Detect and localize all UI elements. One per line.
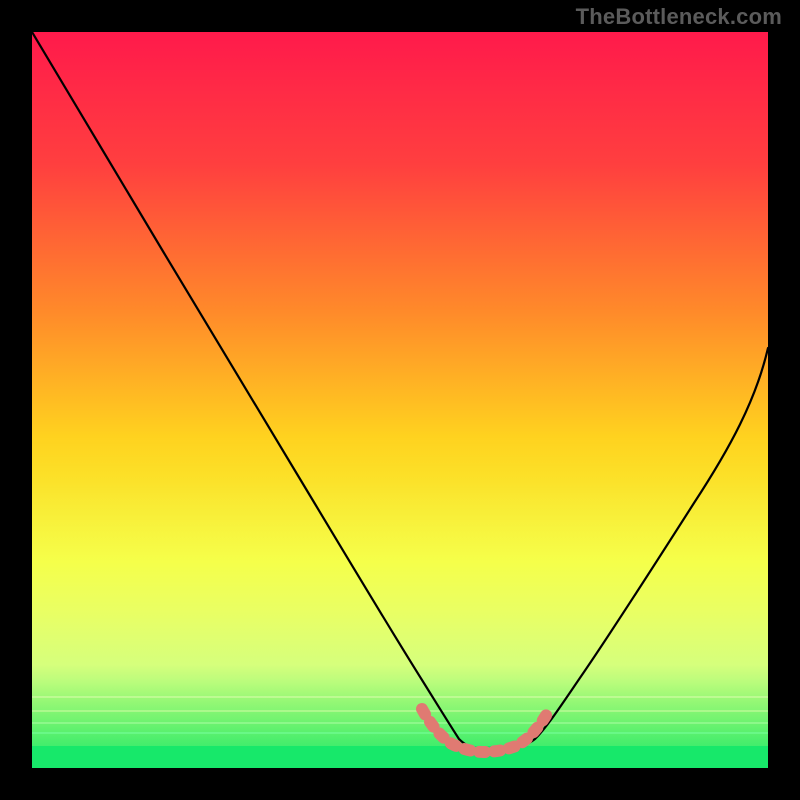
- watermark-text: TheBottleneck.com: [576, 4, 782, 30]
- plot-area: [32, 32, 768, 768]
- gradient-wash: [32, 32, 768, 768]
- striation-3: [32, 710, 768, 712]
- striation-4: [32, 696, 768, 698]
- green-baseline-band: [32, 746, 768, 768]
- striation-1: [32, 732, 768, 734]
- striation-2: [32, 722, 768, 724]
- chart-frame: TheBottleneck.com: [0, 0, 800, 800]
- chart-svg: [32, 32, 768, 768]
